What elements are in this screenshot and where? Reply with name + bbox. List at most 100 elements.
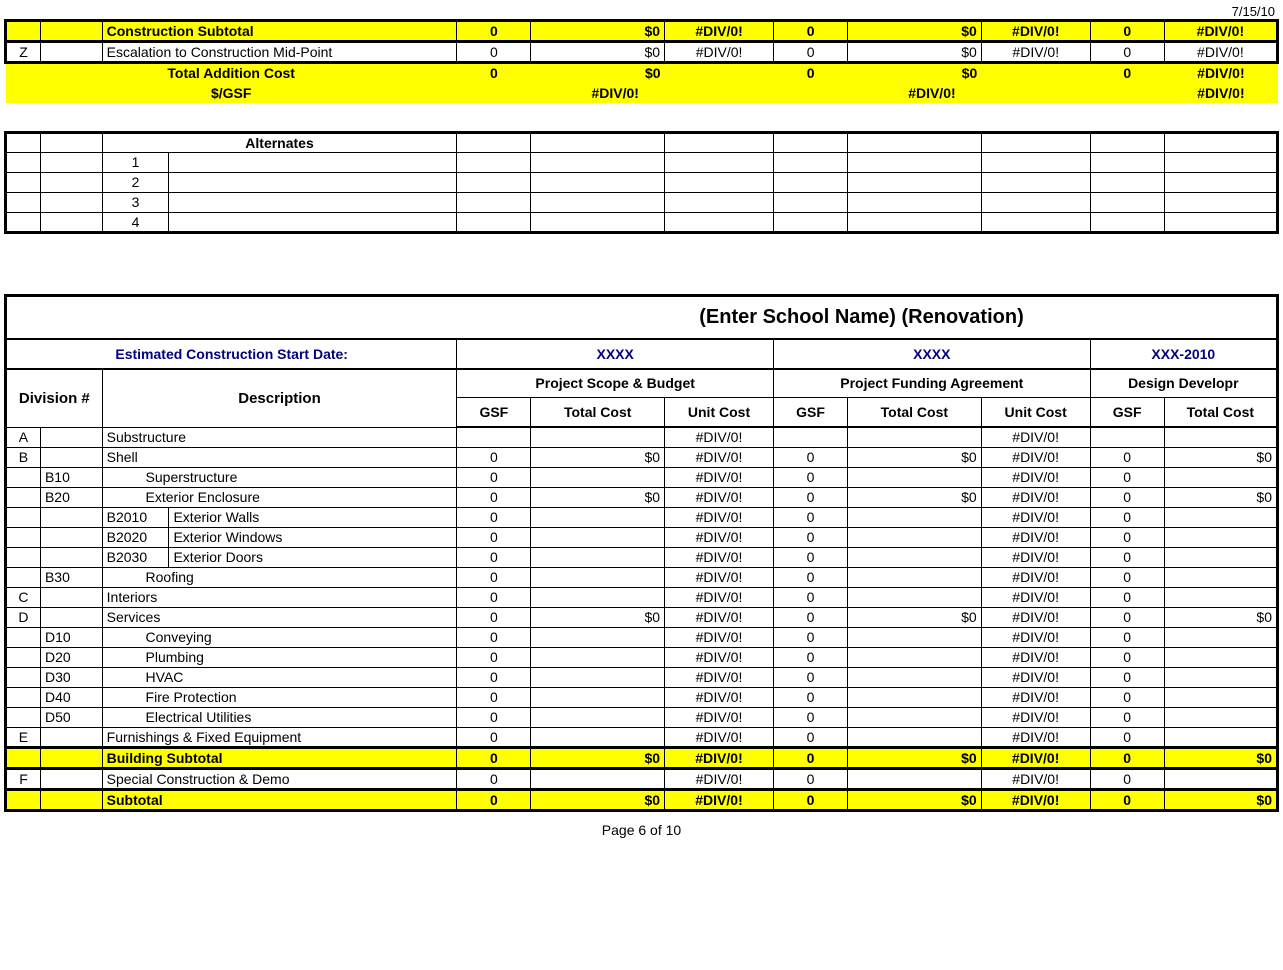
- cell: 0: [1090, 447, 1164, 467]
- cell: $0: [848, 789, 982, 810]
- cell: #DIV/0!: [665, 627, 774, 647]
- cell: $0: [848, 447, 982, 467]
- cell: [531, 427, 665, 447]
- cell: 0: [773, 487, 847, 507]
- escalation-row: Z Escalation to Construction Mid-Point 0…: [6, 42, 1278, 63]
- cell: #DIV/0!: [665, 447, 774, 467]
- cell: A: [6, 427, 41, 447]
- cell: $0: [848, 487, 982, 507]
- cell: #DIV/0!: [981, 768, 1090, 789]
- tc-header: Total Cost: [531, 397, 665, 427]
- cell: [531, 768, 665, 789]
- cell: F: [6, 768, 41, 789]
- cell: [40, 447, 102, 467]
- cell: $0: [1164, 747, 1277, 768]
- cell: $0: [1164, 789, 1277, 810]
- cell: $0: [848, 63, 982, 83]
- table-row: B2030Exterior Doors0#DIV/0!0#DIV/0!0: [6, 547, 1278, 567]
- cell: 0: [1090, 707, 1164, 727]
- cell: [6, 707, 41, 727]
- cell: #DIV/0!: [665, 587, 774, 607]
- cell: [1164, 507, 1277, 527]
- cell: [848, 707, 982, 727]
- cell: Furnishings & Fixed Equipment: [102, 727, 457, 747]
- cell: #DIV/0!: [665, 547, 774, 567]
- cell: [531, 527, 665, 547]
- cell: [40, 727, 102, 747]
- cell: $0: [848, 607, 982, 627]
- cell: Services: [102, 607, 457, 627]
- cell: 0: [773, 527, 847, 547]
- alt-row-2: 2: [6, 172, 1278, 192]
- cell: #DIV/0!: [1164, 63, 1277, 83]
- cell: 0: [773, 707, 847, 727]
- gsf-header: GSF: [773, 397, 847, 427]
- cell: [531, 627, 665, 647]
- cell: #DIV/0!: [665, 707, 774, 727]
- cell: 0: [773, 727, 847, 747]
- cell: 0: [1090, 587, 1164, 607]
- cell: #DIV/0!: [665, 487, 774, 507]
- cell: 0: [773, 667, 847, 687]
- school-title: (Enter School Name) (Renovation): [451, 306, 1272, 329]
- cell: #DIV/0!: [457, 83, 774, 103]
- table-row: ASubstructure#DIV/0!#DIV/0!: [6, 427, 1278, 447]
- cell: 0: [1090, 507, 1164, 527]
- cell: 0: [773, 768, 847, 789]
- cell: 0: [773, 447, 847, 467]
- cell: [848, 547, 982, 567]
- gsf-header: GSF: [457, 397, 531, 427]
- cell: #DIV/0!: [981, 707, 1090, 727]
- cell: [1164, 567, 1277, 587]
- alt-num: 4: [102, 212, 169, 232]
- cell: D40: [40, 687, 102, 707]
- cell: $0: [531, 447, 665, 467]
- uc-header: Unit Cost: [981, 397, 1090, 427]
- cell: 0: [457, 567, 531, 587]
- cell: $0: [531, 747, 665, 768]
- cell: [848, 687, 982, 707]
- cell: 0: [773, 467, 847, 487]
- cell: 0: [457, 789, 531, 810]
- cell: $0: [531, 607, 665, 627]
- cell: D10: [40, 627, 102, 647]
- renovation-table: (Enter School Name) (Renovation) Estimat…: [4, 294, 1279, 812]
- cell: [848, 507, 982, 527]
- cell: [6, 567, 41, 587]
- cell: [531, 567, 665, 587]
- cell: 0: [457, 21, 531, 42]
- cell: 0: [1090, 63, 1164, 83]
- row-f: F Special Construction & Demo 0 #DIV/0! …: [6, 768, 1278, 789]
- cell: [1164, 768, 1277, 789]
- cell: [6, 547, 41, 567]
- cell: [848, 587, 982, 607]
- cell: [773, 427, 847, 447]
- cell: #DIV/0!: [981, 627, 1090, 647]
- cell: [848, 427, 982, 447]
- cell: [6, 667, 41, 687]
- cell: #DIV/0!: [981, 789, 1090, 810]
- page-footer: Page 6 of 10: [4, 822, 1279, 838]
- cell: 0: [1090, 687, 1164, 707]
- cell: B2010: [102, 507, 169, 527]
- cell: 0: [457, 527, 531, 547]
- cell: 0: [457, 507, 531, 527]
- cell: 0: [1090, 527, 1164, 547]
- cell: 0: [1090, 768, 1164, 789]
- cell: [1164, 727, 1277, 747]
- cell: Exterior Doors: [169, 547, 457, 567]
- start-date-row: Estimated Construction Start Date: XXXX …: [6, 339, 1278, 369]
- table-row: B2020Exterior Windows0#DIV/0!0#DIV/0!0: [6, 527, 1278, 547]
- cell: [531, 727, 665, 747]
- cell: #DIV/0!: [981, 647, 1090, 667]
- cell: Exterior Windows: [169, 527, 457, 547]
- cell: [1090, 427, 1164, 447]
- cell: #DIV/0!: [981, 607, 1090, 627]
- cell: [1164, 627, 1277, 647]
- cell: [1164, 647, 1277, 667]
- cell: #DIV/0!: [665, 727, 774, 747]
- cell: 0: [1090, 42, 1164, 63]
- per-gsf-row: $/GSF #DIV/0! #DIV/0! #DIV/0!: [6, 83, 1278, 103]
- table-row: DServices0$0#DIV/0!0$0#DIV/0!0$0: [6, 607, 1278, 627]
- cell: [1164, 527, 1277, 547]
